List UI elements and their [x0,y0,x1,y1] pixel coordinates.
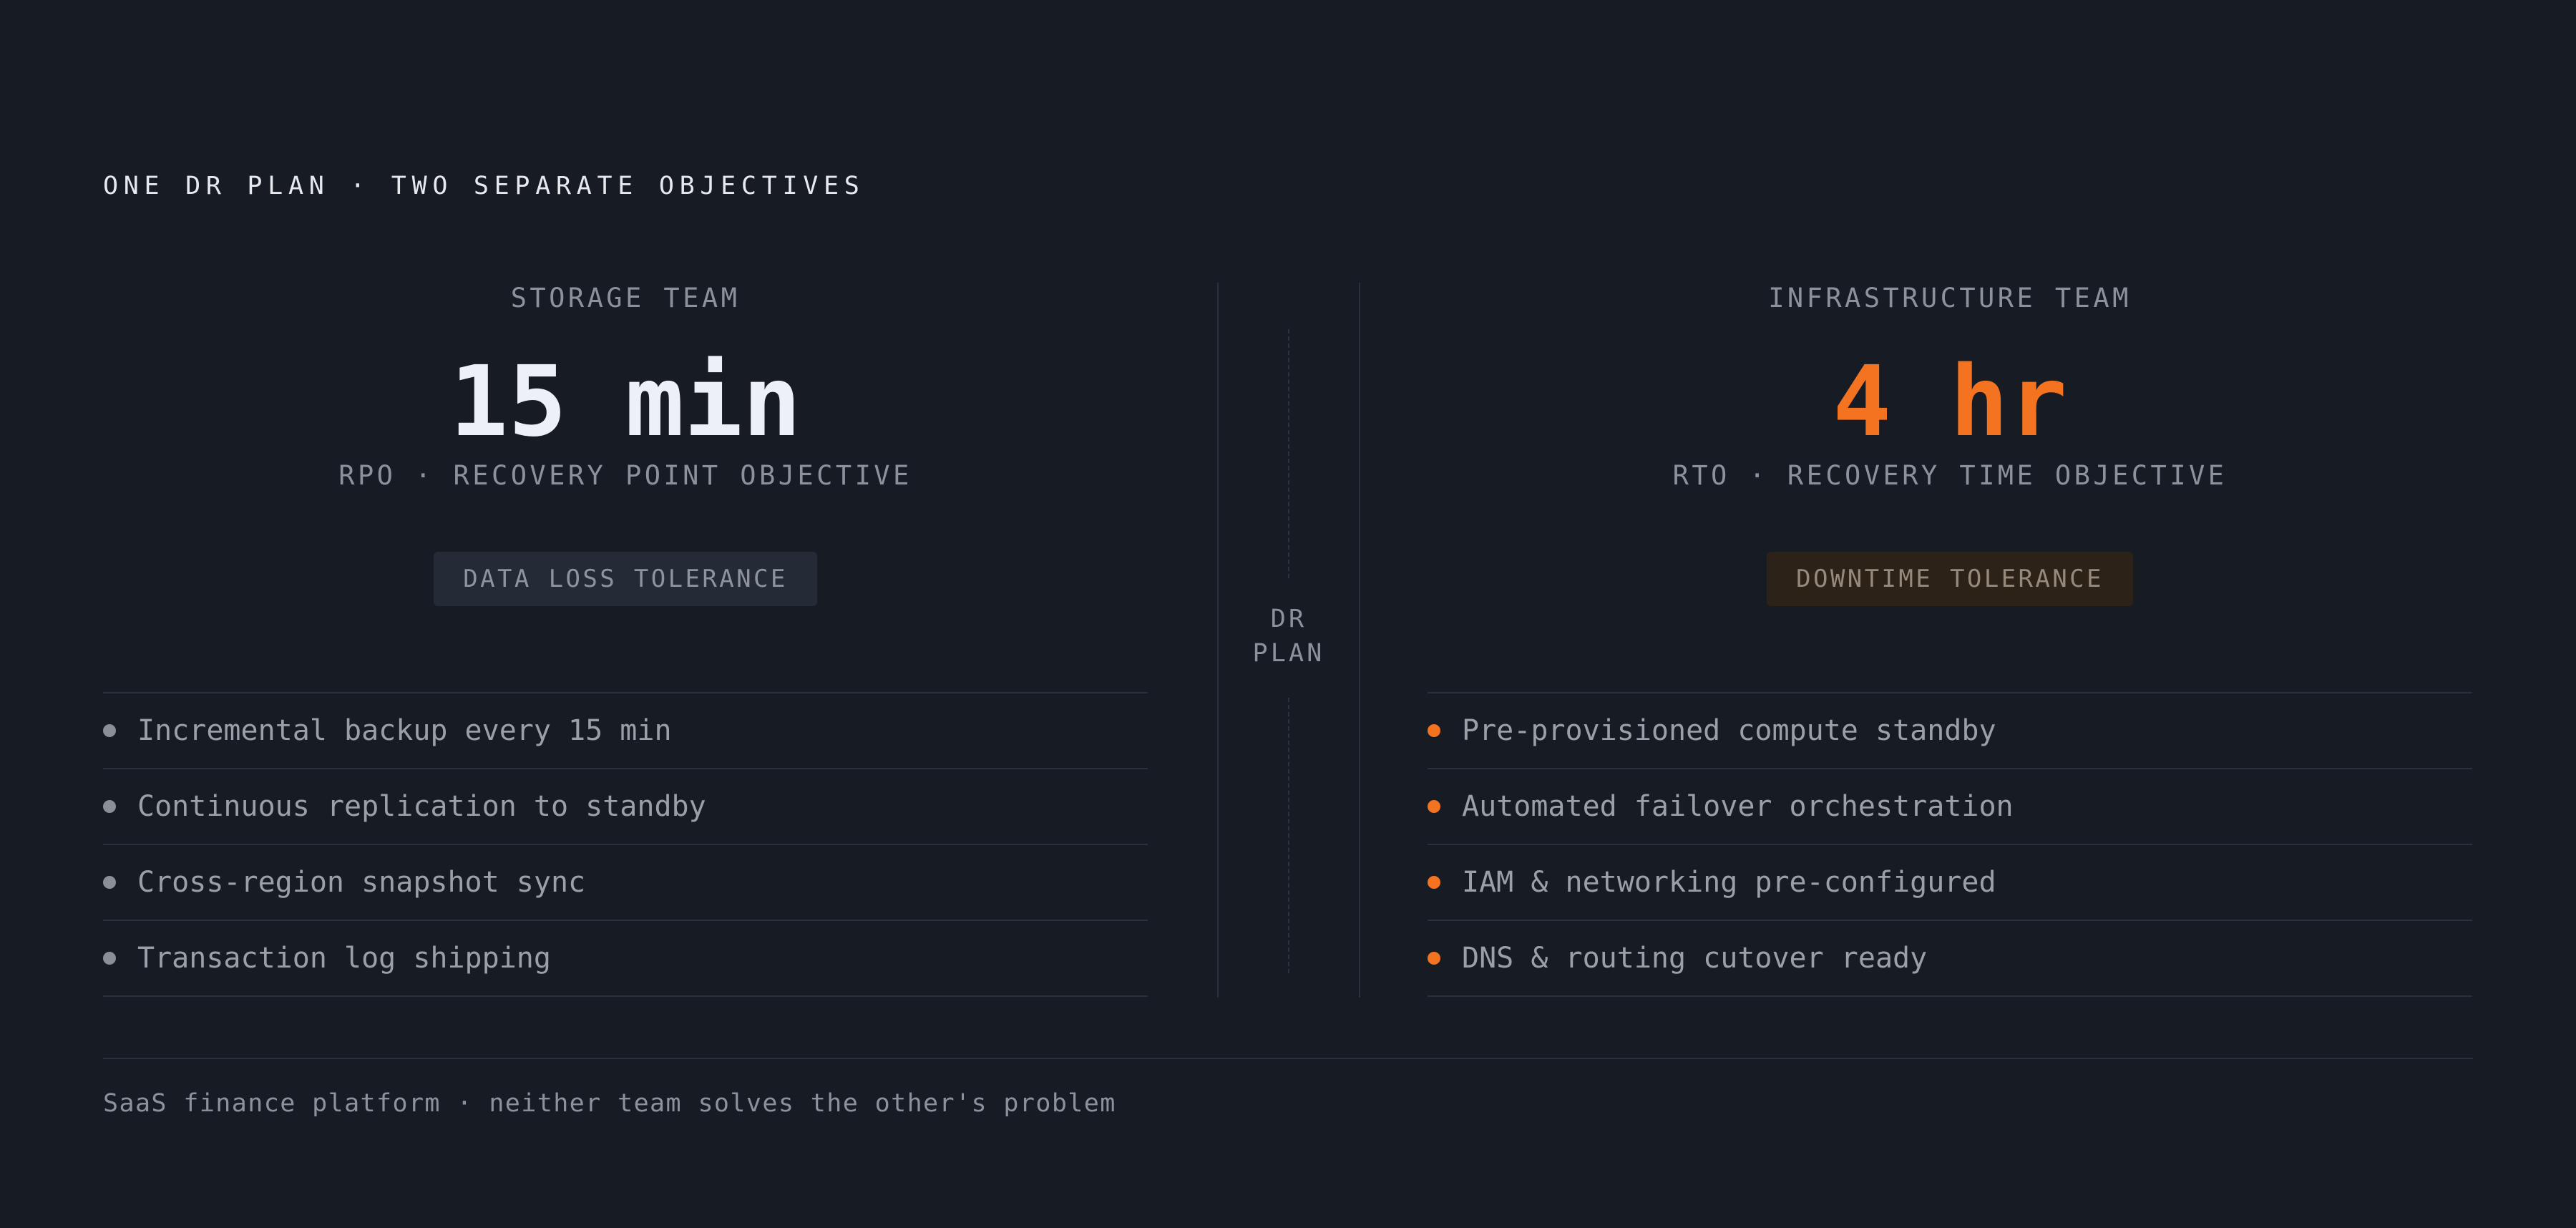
infrastructure-team-label: INFRASTRUCTURE TEAM [1768,283,2132,313]
dr-plan-label-line: PLAN [1252,639,1325,668]
list-item-text: Pre-provisioned compute standby [1462,714,1996,747]
bullet-icon [103,952,116,965]
list-item: Incremental backup every 15 min [103,693,1148,769]
infrastructure-measures-list: Pre-provisioned compute standby Automate… [1428,692,2472,997]
downtime-tolerance-badge: DOWNTIME TOLERANCE [1767,552,2133,606]
list-item: IAM & networking pre-configured [1428,845,2472,921]
list-item-text: Cross-region snapshot sync [137,866,586,899]
storage-measures-list: Incremental backup every 15 min Continuo… [103,692,1148,997]
bullet-icon [1428,724,1440,737]
list-item: Cross-region snapshot sync [103,845,1148,921]
bullet-icon [1428,800,1440,813]
list-item-text: Continuous replication to standby [137,790,706,823]
dashed-connector [1288,329,1289,578]
bullet-icon [1428,876,1440,889]
list-item-text: IAM & networking pre-configured [1462,866,1996,899]
list-item: Automated failover orchestration [1428,769,2472,845]
page-title: ONE DR PLAN · TWO SEPARATE OBJECTIVES [103,172,865,200]
rto-objective-label: RTO · RECOVERY TIME OBJECTIVE [1672,460,2228,491]
list-item-text: Automated failover orchestration [1462,790,2014,823]
bullet-icon [103,724,116,737]
rto-value: 4 hr [1833,346,2067,459]
list-item-text: Transaction log shipping [137,942,551,975]
dr-plan-label: DR PLAN [1219,602,1359,671]
rpo-value: 15 min [449,346,801,459]
list-item: DNS & routing cutover ready [1428,921,2472,997]
footer-divider [103,1058,2473,1059]
storage-team-label: STORAGE TEAM [510,283,741,313]
data-loss-tolerance-badge: DATA LOSS TOLERANCE [434,552,817,606]
list-item: Pre-provisioned compute standby [1428,693,2472,769]
bullet-icon [103,800,116,813]
footer-note: SaaS finance platform · neither team sol… [103,1089,1116,1118]
list-item: Continuous replication to standby [103,769,1148,845]
bullet-icon [1428,952,1440,965]
bullet-icon [103,876,116,889]
list-item-text: Incremental backup every 15 min [137,714,672,747]
dashed-connector [1288,698,1289,973]
list-item: Transaction log shipping [103,921,1148,997]
dr-plan-label-line: DR [1270,605,1307,633]
list-item-text: DNS & routing cutover ready [1462,942,1928,975]
dr-plan-divider: DR PLAN [1217,283,1360,998]
rpo-objective-label: RPO · RECOVERY POINT OBJECTIVE [338,460,912,491]
